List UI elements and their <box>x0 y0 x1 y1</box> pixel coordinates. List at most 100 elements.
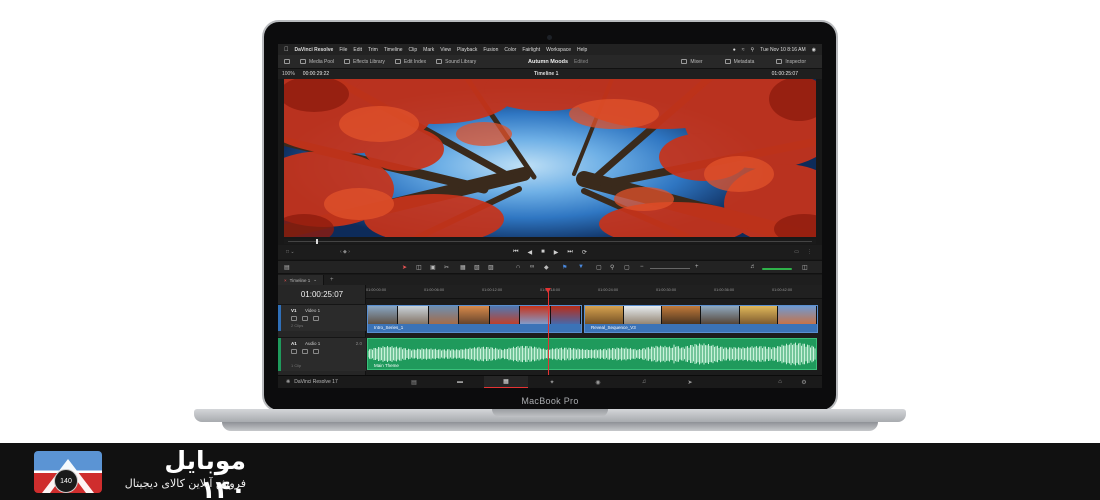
viewer-timeline-dropdown[interactable]: Timeline 1 <box>534 71 558 77</box>
volume-icon[interactable]: ♬ <box>750 264 756 270</box>
timeline-ruler[interactable]: 01:00:00:00 01:00:06:00 01:00:12:00 01:0… <box>366 285 822 299</box>
zoom-in-icon[interactable]: + <box>695 264 699 270</box>
menu-view[interactable]: View <box>440 47 451 53</box>
dynamic-trim-icon[interactable]: ▣ <box>430 264 436 271</box>
page-edit-icon[interactable]: ▦ <box>484 376 528 388</box>
menu-trim[interactable]: Trim <box>368 47 378 53</box>
apple-icon[interactable]:  <box>284 47 289 53</box>
video-track-name[interactable]: Video 1 <box>305 308 320 313</box>
timeline-zoom-slider[interactable] <box>650 268 690 269</box>
match-frame-icon[interactable]: ▭ <box>794 249 799 255</box>
track-lock-icon[interactable] <box>291 316 297 321</box>
menu-clip[interactable]: Clip <box>409 47 418 53</box>
video-clip[interactable]: Intro_Series_1 <box>367 305 582 333</box>
play-icon[interactable]: ▶ <box>554 249 559 256</box>
ruler-tick: 01:00:00:00 <box>366 288 387 292</box>
layout-icon[interactable]: ▤ <box>284 264 290 271</box>
viewer-overlay-icon[interactable]: □ ⌄ <box>286 249 295 255</box>
menu-edit[interactable]: Edit <box>353 47 362 53</box>
page-color-icon[interactable]: ◉ <box>576 376 620 388</box>
overwrite-clip-icon[interactable]: ▧ <box>474 264 480 271</box>
menu-app-name[interactable]: DaVinci Resolve <box>295 47 334 53</box>
menu-help[interactable]: Help <box>577 47 587 53</box>
custom-zoom-icon[interactable]: ▢ <box>624 264 630 271</box>
search-icon[interactable]: ⚲ <box>751 47 755 53</box>
track-lock-icon[interactable] <box>291 349 297 354</box>
menu-color[interactable]: Color <box>504 47 516 53</box>
siri-icon[interactable]: ◉ <box>812 47 816 53</box>
settings-gear-icon[interactable]: ⚙ <box>792 376 816 388</box>
timeline-tracks-area[interactable]: Intro_Series_1 Reveal_Sequence_V3 Main T… <box>366 299 822 375</box>
menu-playback[interactable]: Playback <box>457 47 477 53</box>
full-zoom-icon[interactable]: ▢ <box>596 264 602 271</box>
edit-index-button[interactable]: Edit Index <box>394 59 426 65</box>
menu-fusion[interactable]: Fusion <box>483 47 498 53</box>
snapping-icon[interactable]: ∩ <box>516 264 520 270</box>
home-icon[interactable]: ⌂ <box>768 376 792 388</box>
track-mute-icon[interactable] <box>313 349 319 354</box>
page-fairlight-icon[interactable]: ♫ <box>622 376 666 388</box>
reverse-icon[interactable]: ◀ <box>528 249 533 256</box>
effects-library-button[interactable]: Effects Library <box>344 59 385 65</box>
flag-icon[interactable]: ⚑ <box>562 264 567 271</box>
inspector-button[interactable]: Inspector <box>776 59 806 65</box>
replace-clip-icon[interactable]: ▨ <box>488 264 494 271</box>
menu-file[interactable]: File <box>339 47 347 53</box>
page-deliver-icon[interactable]: ➤ <box>668 376 712 388</box>
viewer-zoom-dropdown[interactable]: 100% <box>282 71 295 77</box>
menu-workspace[interactable]: Workspace <box>546 47 571 53</box>
lock-icon[interactable]: ◆ <box>544 264 549 271</box>
chevron-down-icon[interactable]: ⌄ <box>313 277 317 283</box>
link-icon[interactable]: ∞ <box>530 264 534 270</box>
blade-tool-icon[interactable]: ✂ <box>444 264 449 271</box>
selection-tool-icon[interactable]: ➤ <box>402 264 407 271</box>
scrub-handle[interactable] <box>316 239 318 244</box>
track-visibility-icon[interactable] <box>313 316 319 321</box>
stop-icon[interactable]: ■ <box>541 249 545 255</box>
wifi-icon[interactable]: ≈ <box>742 47 745 53</box>
playhead[interactable] <box>548 291 549 375</box>
mixer-icon <box>681 59 688 64</box>
page-media-icon[interactable]: ▤ <box>392 376 436 388</box>
menu-mark[interactable]: Mark <box>423 47 434 53</box>
go-to-end-icon[interactable]: ⏭ <box>567 249 572 256</box>
in-out-icon[interactable]: ⋮ <box>807 249 812 255</box>
marker-icon[interactable]: ▼ <box>578 264 584 270</box>
page-fusion-icon[interactable]: ✦ <box>530 376 574 388</box>
video-viewer[interactable] <box>284 79 816 237</box>
zoom-out-icon[interactable]: − <box>640 264 644 270</box>
tab-timeline-1[interactable]: × Timeline 1 ⌄ <box>278 275 325 285</box>
close-tab-icon[interactable]: × <box>284 278 287 283</box>
audio-meter-icon[interactable]: ◫ <box>802 264 808 271</box>
audio-clip[interactable]: Main Theme <box>367 338 817 370</box>
ruler-tick: 01:00:12:00 <box>482 288 503 292</box>
trim-tool-icon[interactable]: ◫ <box>416 264 422 271</box>
volume-slider[interactable] <box>762 268 792 270</box>
audio-track-name[interactable]: Audio 1 <box>305 341 320 346</box>
sound-library-button[interactable]: Sound Library <box>436 59 476 65</box>
control-center-icon[interactable]: ● <box>733 47 736 53</box>
add-timeline-tab-button[interactable]: + <box>324 277 340 283</box>
menubar-clock[interactable]: Tue Nov 10 8:16 AM <box>760 47 805 53</box>
panel-toggle-button[interactable] <box>284 59 290 64</box>
video-clip[interactable]: Reveal_Sequence_V3 <box>584 305 818 333</box>
track-auto-select-icon[interactable] <box>302 316 308 321</box>
record-timecode: 01:00:25:07 <box>771 71 798 77</box>
track-solo-icon[interactable] <box>302 349 308 354</box>
detail-zoom-icon[interactable]: ⚲ <box>610 264 614 271</box>
media-pool-button[interactable]: Media Pool <box>300 59 334 65</box>
page-cut-icon[interactable]: ▬ <box>438 376 482 388</box>
insert-clip-icon[interactable]: ▦ <box>460 264 466 271</box>
menu-timeline[interactable]: Timeline <box>384 47 403 53</box>
video-track-header[interactable]: V1 Video 1 2 Clips <box>278 304 366 331</box>
mixer-button[interactable]: Mixer <box>681 59 703 65</box>
video-track-color <box>278 305 281 331</box>
audio-track-header[interactable]: A1 Audio 1 2.0 1 Clip <box>278 337 366 371</box>
metadata-button[interactable]: Metadata <box>724 59 754 65</box>
loop-icon[interactable]: ⟳ <box>582 249 587 256</box>
go-to-start-icon[interactable]: ⏮ <box>513 249 518 256</box>
menu-fairlight[interactable]: Fairlight <box>522 47 540 53</box>
viewer-scrub-bar[interactable] <box>284 239 816 244</box>
jog-controls-icon[interactable]: ‹ ◆ › <box>340 249 350 255</box>
transport-controls: □ ⌄ ‹ ◆ › ⏮ ◀ ■ ▶ ⏭ ⟳ ▭ ⋮ <box>278 245 822 259</box>
